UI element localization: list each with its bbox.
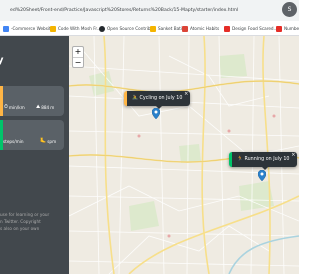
workout-card-running[interactable]: steps/min 🦶 spm (0, 120, 64, 150)
copyright-line: use for learning or your (0, 212, 50, 217)
bookmark-icon (182, 25, 188, 32)
stat-unit: min/km (8, 105, 25, 110)
bookmark-label: Open Source Contrib... (107, 26, 155, 31)
bookmark-icon (150, 25, 156, 32)
bookmark-item[interactable]: Code With Mosh Fr... (50, 24, 101, 33)
bookmark-label: Number T... (284, 26, 299, 31)
bookmark-label: Code With Mosh Fr... (58, 26, 101, 31)
bookmark-item[interactable]: Open Source Contrib... (99, 24, 155, 33)
footprint-icon: 🦶 (40, 138, 47, 144)
copyright-line: n Twitter. Copyright (0, 219, 41, 224)
stat-unit: steps/min (3, 139, 24, 144)
popup-label: Running on July 10 (244, 157, 290, 162)
bookmark-item[interactable]: -Commerce Website (3, 24, 53, 33)
stopwatch-icon: ⏱ (4, 104, 8, 110)
workout-sidebar: y ⏱ min/km ⛰ 884 m steps/min 🦶 spm use f… (0, 36, 69, 274)
bookmark-item[interactable]: Design Food Scared... (224, 24, 278, 33)
workout-stat: steps/min (3, 139, 24, 144)
zoom-control: + − (72, 46, 84, 68)
bookmark-label: -Commerce Website (11, 26, 54, 31)
popup-close-button[interactable]: × (291, 152, 295, 158)
bookmark-label: Design Food Scared... (232, 26, 278, 31)
popup-close-button[interactable]: × (184, 91, 188, 97)
bookmark-label: Atomic Habits (190, 26, 220, 31)
workout-stat: 🦶 spm (40, 138, 57, 145)
workout-stat: ⏱ min/km (4, 104, 25, 111)
bookmark-label: Sanket Batia (158, 26, 185, 31)
app-logo: y (0, 55, 4, 66)
zoom-in-button[interactable]: + (73, 47, 83, 57)
copyright-text: use for learning or your n Twitter. Copy… (0, 211, 66, 232)
copyright-line: s also on your own (0, 226, 40, 231)
map-marker-icon[interactable] (152, 108, 160, 119)
zoom-out-button[interactable]: − (73, 57, 83, 67)
bookmark-item[interactable]: Number T... (276, 24, 299, 33)
map[interactable]: + − 🚴 Cycling on July 10 × 🏃 Running on … (69, 36, 299, 274)
bookmarks-bar: -Commerce Website Code With Mosh Fr... O… (0, 21, 299, 36)
profile-icon[interactable]: S (282, 2, 297, 17)
browser-address-bar[interactable]: ed%20Sheet/Front-end/Practice/Javascript… (0, 0, 299, 21)
stat-value: 884 (41, 105, 50, 110)
bookmark-icon (3, 25, 9, 32)
youtube-icon (276, 25, 282, 32)
bookmark-item[interactable]: Atomic Habits (182, 24, 219, 33)
github-icon (99, 25, 105, 32)
youtube-icon (224, 25, 230, 32)
workout-card-cycling[interactable]: ⏱ min/km ⛰ 884 m (0, 86, 64, 116)
mountain-icon: ⛰ (36, 104, 41, 110)
running-icon: 🏃 (237, 157, 243, 162)
popup-text: 🚴 Cycling on July 10 (132, 91, 182, 106)
address-url[interactable]: ed%20Sheet/Front-end/Practice/Javascript… (10, 5, 245, 16)
popup-text: 🏃 Running on July 10 (237, 152, 289, 167)
workout-stat: ⛰ 884 m (36, 104, 55, 111)
stat-unit: spm (47, 139, 57, 144)
bookmark-item[interactable]: Sanket Batia (150, 24, 185, 33)
map-marker-icon[interactable] (258, 170, 266, 181)
popup-label: Cycling on July 10 (139, 96, 183, 101)
workout-popup-running[interactable]: 🏃 Running on July 10 × (229, 152, 298, 170)
bookmark-icon (50, 25, 56, 32)
stat-unit: m (50, 105, 55, 110)
workout-popup-cycling[interactable]: 🚴 Cycling on July 10 × (124, 91, 191, 109)
bicycle-icon: 🚴 (132, 96, 138, 101)
